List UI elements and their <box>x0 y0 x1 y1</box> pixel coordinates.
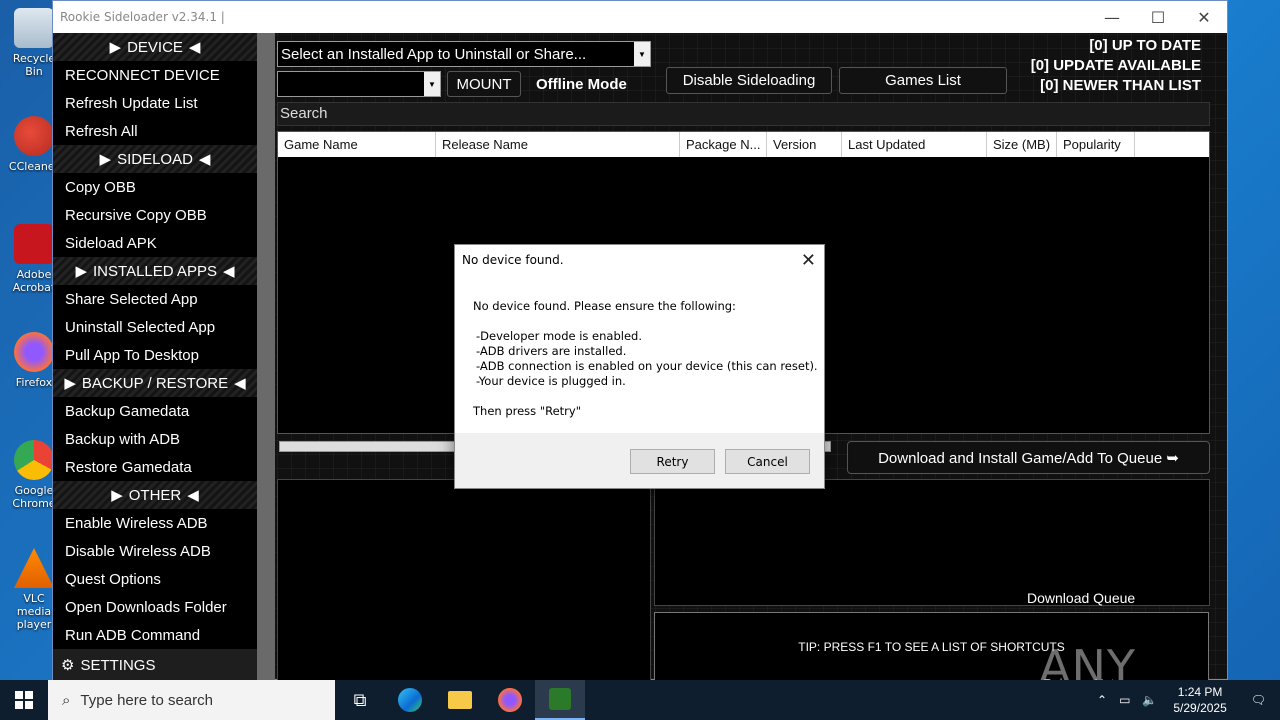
dialog-bullet: -Developer mode is enabled. <box>476 329 642 343</box>
gear-icon: ⚙ <box>61 657 75 674</box>
no-device-dialog: No device found. ✕ No device found. Plea… <box>454 244 825 489</box>
dialog-body: No device found. Please ensure the follo… <box>455 275 824 435</box>
column-version[interactable]: Version <box>767 132 842 157</box>
network-icon[interactable]: ▭ <box>1113 693 1136 707</box>
adobe-acrobat-icon <box>14 224 54 264</box>
title-bar: Rookie Sideloader v2.34.1 | — ☐ ✕ <box>53 1 1227 33</box>
sidebar-item-backup-gamedata[interactable]: Backup Gamedata <box>53 397 257 425</box>
taskbar-search-input[interactable]: ⌕ Type here to search <box>48 680 335 720</box>
column-size[interactable]: Size (MB) <box>987 132 1057 157</box>
column-game-name[interactable]: Game Name <box>278 132 436 157</box>
sidebar-item-run-adb-command[interactable]: Run ADB Command <box>53 621 257 649</box>
cancel-button[interactable]: Cancel <box>725 449 810 474</box>
sidebar-item-disable-wireless-adb[interactable]: Disable Wireless ADB <box>53 537 257 565</box>
sidebar-item-backup-with-adb[interactable]: Backup with ADB <box>53 425 257 453</box>
sidebar-item-quest-options[interactable]: Quest Options <box>53 565 257 593</box>
dialog-bullet: -Your device is plugged in. <box>476 374 626 388</box>
dialog-button-bar: Retry Cancel <box>455 433 824 488</box>
download-install-button[interactable]: Download and Install Game/Add To Queue ➥ <box>847 441 1210 474</box>
sidebar-item-restore-gamedata[interactable]: Restore Gamedata <box>53 453 257 481</box>
column-release-name[interactable]: Release Name <box>436 132 680 157</box>
dialog-message: No device found. Please ensure the follo… <box>473 299 736 313</box>
update-available-count: [0] UPDATE AVAILABLE <box>1030 57 1201 74</box>
section-header-other[interactable]: ▶ OTHER ◀ <box>53 481 257 509</box>
search-icon: ⌕ <box>62 691 71 709</box>
settings-button[interactable]: ⚙ SETTINGS <box>53 649 257 681</box>
chevron-up-icon[interactable]: ⌃ <box>1091 693 1113 707</box>
disable-sideloading-button[interactable]: Disable Sideloading <box>666 67 832 94</box>
sidebar-scrollbar[interactable] <box>257 33 275 681</box>
section-header-installed-apps[interactable]: ▶ INSTALLED APPS ◀ <box>53 257 257 285</box>
game-preview-panel <box>277 479 651 681</box>
dialog-bullet: -ADB drivers are installed. <box>476 344 627 358</box>
notification-icon[interactable]: 🗨 <box>1237 693 1280 707</box>
file-explorer-icon[interactable] <box>435 680 485 720</box>
sidebar-item-recursive-copy-obb[interactable]: Recursive Copy OBB <box>53 201 257 229</box>
maximize-button[interactable]: ☐ <box>1135 1 1181 33</box>
close-button[interactable]: ✕ <box>1181 1 1227 33</box>
recycle-bin-icon <box>14 8 54 48</box>
table-header: Game Name Release Name Package N... Vers… <box>278 132 1209 157</box>
sidebar: ▶ DEVICE ◀ RECONNECT DEVICE Refresh Update… <box>53 33 257 681</box>
system-tray: ⌃ ▭ 🔈 1:24 PM 5/29/2025 🗨 <box>1091 680 1280 720</box>
column-last-updated[interactable]: Last Updated <box>842 132 987 157</box>
search-input[interactable]: Search <box>277 102 1210 126</box>
sidebar-item-enable-wireless-adb[interactable]: Enable Wireless ADB <box>53 509 257 537</box>
section-header-device[interactable]: ▶ DEVICE ◀ <box>53 33 257 61</box>
section-header-backup-restore[interactable]: ▶ BACKUP / RESTORE ◀ <box>53 369 257 397</box>
firefox-taskbar-icon[interactable] <box>485 680 535 720</box>
dialog-title: No device found. <box>462 253 564 267</box>
column-filler <box>1135 132 1209 157</box>
sidebar-item-refresh-all[interactable]: Refresh All <box>53 117 257 145</box>
chevron-down-icon: ▼ <box>424 72 440 96</box>
settings-label: SETTINGS <box>80 656 156 674</box>
sidebar-item-uninstall-selected-app[interactable]: Uninstall Selected App <box>53 313 257 341</box>
mount-button[interactable]: MOUNT <box>447 71 521 97</box>
device-select[interactable]: ▼ <box>277 71 441 97</box>
sidebar-item-open-downloads-folder[interactable]: Open Downloads Folder <box>53 593 257 621</box>
download-queue-panel[interactable] <box>654 479 1210 606</box>
dialog-bullet: -ADB connection is enabled on your devic… <box>476 359 818 373</box>
window-title: Rookie Sideloader v2.34.1 | <box>60 10 225 24</box>
dialog-footer-text: Then press "Retry" <box>473 404 581 418</box>
sidebar-item-copy-obb[interactable]: Copy OBB <box>53 173 257 201</box>
newer-than-list-count: [0] NEWER THAN LIST <box>1040 77 1201 94</box>
sidebar-item-reconnect-device[interactable]: RECONNECT DEVICE <box>53 61 257 89</box>
retry-button[interactable]: Retry <box>630 449 715 474</box>
task-view-icon[interactable]: ⧉ <box>335 680 385 720</box>
up-to-date-count: [0] UP TO DATE <box>1089 37 1201 54</box>
games-list-button[interactable]: Games List <box>839 67 1007 94</box>
column-popularity[interactable]: Popularity <box>1057 132 1135 157</box>
clock[interactable]: 1:24 PM 5/29/2025 <box>1163 684 1236 716</box>
ccleaner-icon <box>14 116 54 156</box>
edge-icon[interactable] <box>385 680 435 720</box>
dialog-close-button[interactable]: ✕ <box>801 250 816 271</box>
sidebar-item-refresh-update-list[interactable]: Refresh Update List <box>53 89 257 117</box>
firefox-icon <box>14 332 54 372</box>
sidebar-item-share-selected-app[interactable]: Share Selected App <box>53 285 257 313</box>
sidebar-item-pull-app-to-desktop[interactable]: Pull App To Desktop <box>53 341 257 369</box>
vlc-icon <box>14 548 54 588</box>
update-stats: [0] UP TO DATE [0] UPDATE AVAILABLE [0] … <box>1031 36 1201 96</box>
taskbar: ⌕ Type here to search ⧉ ⌃ ▭ 🔈 1:24 PM 5/… <box>0 680 1280 720</box>
offline-mode-label: Offline Mode <box>536 76 627 93</box>
rookie-app-taskbar-icon[interactable] <box>535 680 585 720</box>
column-package-name[interactable]: Package N... <box>680 132 767 157</box>
volume-icon[interactable]: 🔈 <box>1136 693 1163 707</box>
chevron-down-icon: ▼ <box>634 42 650 66</box>
sidebar-item-sideload-apk[interactable]: Sideload APK <box>53 229 257 257</box>
installed-app-select[interactable]: Select an Installed App to Uninstall or … <box>277 41 651 67</box>
minimize-button[interactable]: — <box>1089 1 1135 33</box>
start-button[interactable] <box>0 680 48 720</box>
chrome-icon <box>14 440 54 480</box>
windows-icon <box>15 691 33 709</box>
download-queue-label: Download Queue <box>1027 590 1136 606</box>
section-header-sideload[interactable]: ▶ SIDELOAD ◀ <box>53 145 257 173</box>
